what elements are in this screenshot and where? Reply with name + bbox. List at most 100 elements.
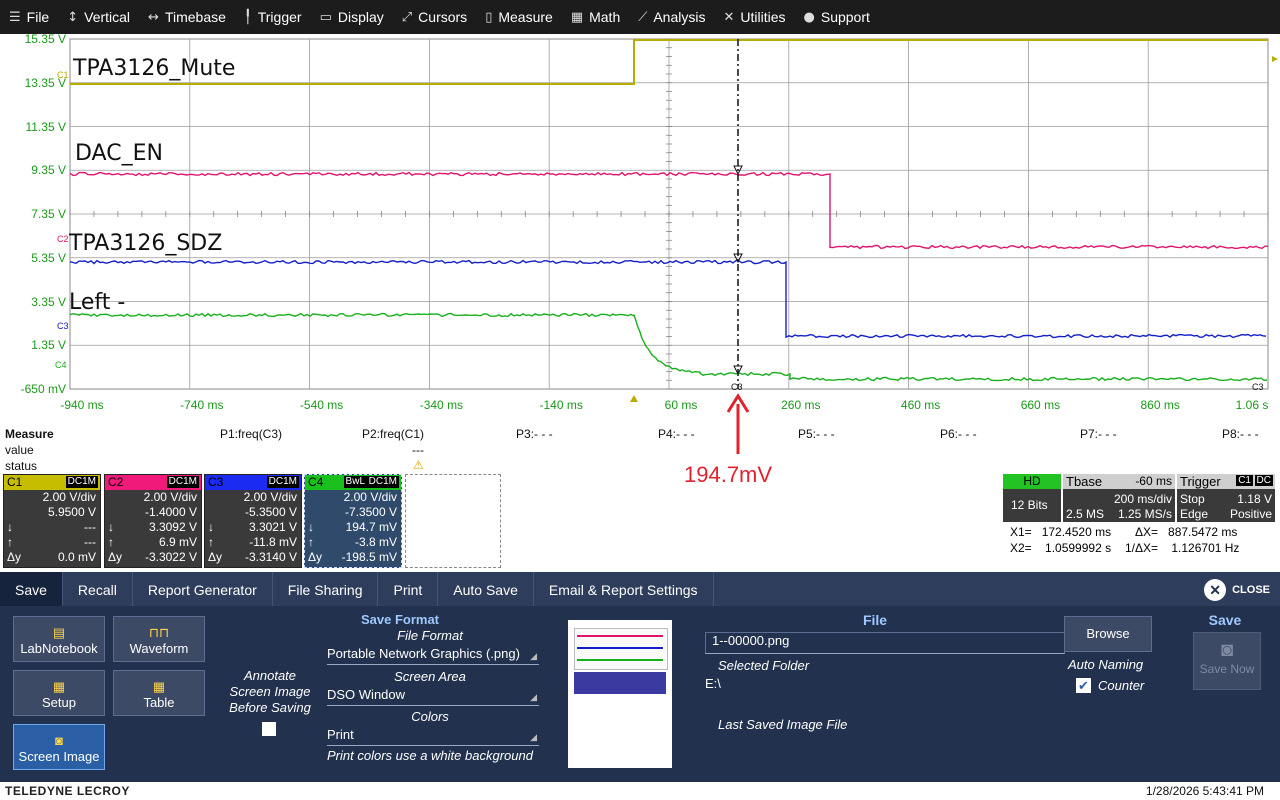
menu-measure[interactable]: ▯ Measure [476, 0, 562, 34]
screen-area-dropdown[interactable]: DSO Window ◢ [327, 687, 539, 706]
measure-param-p3[interactable]: P3:- - - [516, 427, 553, 441]
save-panel: Save Recall Report Generator File Sharing Pr… [0, 572, 1280, 782]
channel-row: ↓ 194.7 mV [305, 520, 401, 535]
panel-tabs: Save Recall Report Generator File Sharing Pr… [0, 572, 1280, 606]
tab-email-report-settings[interactable]: Email & Report Settings [534, 572, 714, 606]
trace-label-c4: Left - [69, 290, 125, 315]
tab-auto-save[interactable]: Auto Save [438, 572, 534, 606]
horizontal-tick-label: 260 ms [781, 398, 820, 412]
waveform-button[interactable]: ⊓⊓ Waveform [113, 616, 205, 662]
browse-button[interactable]: Browse [1064, 616, 1152, 652]
tab-file-sharing[interactable]: File Sharing [273, 572, 379, 606]
channel-vdiv: 2.00 V/div [344, 490, 397, 505]
math-icon: ▦ [571, 10, 583, 25]
support-icon: ● [804, 10, 815, 25]
hd-box[interactable]: HD 12 Bits [1003, 474, 1061, 522]
setup-button[interactable]: ▦ Setup [13, 670, 105, 716]
horizontal-tick-label: 460 ms [901, 398, 940, 412]
channel-marker-c3[interactable]: C3 [57, 321, 69, 331]
dropdown-arrow-icon: ◢ [530, 732, 537, 743]
dropdown-arrow-icon: ◢ [530, 651, 537, 662]
menu-vertical[interactable]: ↕ Vertical [58, 0, 139, 34]
menu-timebase[interactable]: ↔ Timebase [139, 0, 235, 34]
measure-param-p1[interactable]: P1:freq(C3) [220, 427, 282, 441]
row-key: ↑ [7, 535, 13, 550]
measure-param-p5[interactable]: P5:- - - [798, 427, 835, 441]
tab-print[interactable]: Print [378, 572, 438, 606]
measure-param-p6[interactable]: P6:- - - [940, 427, 977, 441]
row-key: ↓ [108, 520, 114, 535]
colors-label: Colors [325, 709, 535, 724]
tdiv-value: 200 ms/div [1114, 492, 1172, 506]
measure-param-p7[interactable]: P7:- - - [1080, 427, 1117, 441]
menu-bar: ☰ File ↕ Vertical ↔ Timebase ╿ Trigger ▭ Display ⤢… [0, 0, 1280, 34]
channel-row: ↑ -11.8 mV [205, 535, 301, 550]
menu-file[interactable]: ☰ File [0, 0, 58, 34]
menu-utilities[interactable]: ✕ Utilities [714, 0, 794, 34]
colors-dropdown[interactable]: Print ◢ [327, 727, 539, 746]
timebase-header: Tbase -60 ms [1063, 474, 1175, 489]
menu-display[interactable]: ▭ Display [311, 0, 393, 34]
timebase-box[interactable]: Tbase -60 ms 200 ms/div 2.5 MS 1.25 MS/s [1063, 474, 1175, 522]
trace-label-c3: TPA3126_SDZ [69, 231, 222, 256]
row-key: ↓ [308, 520, 314, 535]
channel-marker-c4[interactable]: C4 [55, 360, 67, 370]
trigger-channel: C1 [1236, 475, 1253, 486]
channel-box-c1[interactable]: C1 DC1M 2.00 V/div 5.9500 V ↓ --- ↑ --- Δy 0.0 mV [3, 474, 101, 568]
table-button[interactable]: ▦ Table [113, 670, 205, 716]
file-format-dropdown[interactable]: Portable Network Graphics (.png) ◢ [327, 646, 539, 665]
vertical-tick-label: 15.35 V [0, 32, 66, 46]
save-now-button[interactable]: ◙ Save Now [1193, 632, 1261, 690]
counter-checkbox[interactable]: ✔ [1076, 678, 1091, 693]
channel-header: C2 DC1M [105, 475, 201, 490]
rate-value: 1.25 MS/s [1118, 507, 1172, 521]
row-key: Δy [308, 550, 322, 565]
samples-value: 2.5 MS [1066, 507, 1104, 521]
channel-down: 3.3021 V [249, 520, 297, 535]
measure-param-p8[interactable]: P8:- - - [1222, 427, 1259, 441]
measure-title: Measure [5, 427, 54, 441]
tab-save[interactable]: Save [0, 572, 63, 606]
row-key: Δy [108, 550, 122, 565]
button-label: LabNotebook [14, 641, 104, 656]
tab-recall[interactable]: Recall [63, 572, 133, 606]
menu-cursors[interactable]: ⤢ Cursors [393, 0, 476, 34]
horizontal-tick-label: -940 ms [60, 398, 103, 412]
measure-param-p2[interactable]: P2:freq(C1) [362, 427, 424, 441]
horizontal-tick-label: -740 ms [180, 398, 223, 412]
channel-box-c3[interactable]: C3 DC1M 2.00 V/div -5.3500 V ↓ 3.3021 V ↑ -11.8… [204, 474, 302, 568]
filename-value: 1--00000.png [712, 633, 789, 648]
filename-field[interactable]: 1--00000.png [705, 632, 1065, 654]
channel-box-c2[interactable]: C2 DC1M 2.00 V/div -1.4000 V ↓ 3.3092 V ↑ 6.9 m… [104, 474, 202, 568]
datetime: 1/28/2026 5:43:41 PM [1146, 784, 1264, 798]
last-saved-label: Last Saved Image File [718, 717, 847, 732]
trigger-level: 1.18 V [1237, 492, 1272, 506]
labnotebook-button[interactable]: ▤ LabNotebook [13, 616, 105, 662]
menu-math[interactable]: ▦ Math [562, 0, 629, 34]
tab-report-generator[interactable]: Report Generator [133, 572, 273, 606]
channel-vdiv: 2.00 V/div [43, 490, 96, 505]
channel-row: 2.00 V/div [305, 490, 401, 505]
menu-label: Vertical [84, 9, 130, 25]
channel-row: Δy -3.3022 V [105, 550, 201, 565]
labnotebook-icon: ▤ [14, 625, 104, 639]
menu-trigger[interactable]: ╿ Trigger [235, 0, 311, 34]
close-icon: ✕ [1204, 579, 1226, 601]
vertical-tick-label: 9.35 V [0, 163, 66, 177]
channel-dy: -198.5 mV [342, 550, 397, 565]
browse-label: Browse [1086, 626, 1129, 641]
channel-box-c4[interactable]: C4 DC1M BwL 2.00 V/div -7.3500 V ↓ 194.7 mV ↑ -3… [304, 474, 402, 568]
cursor-inv-dx: 1/ΔX= 1.126701 Hz [1125, 541, 1239, 555]
trigger-box[interactable]: Trigger C1 DC Stop 1.18 V Edge Positive [1177, 474, 1275, 522]
close-button[interactable]: ✕ CLOSE [1204, 579, 1270, 601]
empty-channel-slot[interactable] [405, 474, 501, 568]
screen-image-button[interactable]: ◙ Screen Image [13, 724, 105, 770]
menu-support[interactable]: ● Support [795, 0, 879, 34]
channel-marker-c2[interactable]: C2 [57, 234, 69, 244]
channel-coupling: DC1M [367, 476, 399, 488]
annotate-checkbox[interactable] [262, 722, 276, 736]
counter-label: Counter [1098, 678, 1144, 693]
bits-label: 12 Bits [1011, 498, 1048, 512]
menu-analysis[interactable]: ⟋ Analysis [629, 0, 714, 34]
measure-param-p4[interactable]: P4:- - - [658, 427, 695, 441]
